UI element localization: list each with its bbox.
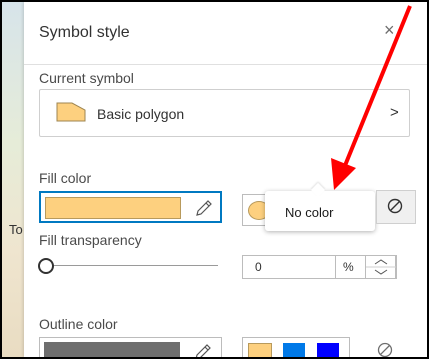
outline-preset-yellow[interactable]: [248, 343, 272, 357]
no-color-icon[interactable]: [377, 342, 393, 358]
chevron-right-icon: >: [390, 104, 399, 121]
pencil-icon[interactable]: [193, 197, 215, 219]
map-background: To: [2, 2, 24, 357]
panel-header: Symbol style ×: [24, 2, 427, 65]
outline-preset-colors: [242, 337, 350, 357]
symbol-style-panel: Symbol style × Current symbol Basic poly…: [24, 2, 427, 359]
no-color-button[interactable]: [376, 190, 416, 224]
outline-color-label: Outline color: [39, 316, 118, 332]
transparency-input[interactable]: 0 %: [242, 255, 397, 279]
no-color-icon: [387, 198, 403, 214]
window-frame: To Symbol style × Current symbol Basic p…: [0, 0, 429, 359]
no-color-tooltip: No color: [265, 182, 375, 231]
tooltip-text: No color: [285, 205, 334, 220]
map-label: To: [9, 222, 23, 237]
tooltip-pointer: [310, 182, 326, 198]
close-icon[interactable]: ×: [384, 20, 395, 41]
fill-color-swatch[interactable]: [45, 197, 181, 219]
outline-color-swatch[interactable]: [44, 342, 180, 357]
transparency-slider-thumb[interactable]: [38, 258, 54, 274]
pencil-icon[interactable]: [192, 341, 214, 359]
stepper-arrows-icon[interactable]: [366, 256, 396, 278]
outline-preset-blue[interactable]: [283, 343, 305, 357]
transparency-unit: %: [343, 260, 354, 274]
fill-color-picker[interactable]: [39, 191, 222, 223]
current-symbol-label: Current symbol: [39, 70, 134, 86]
symbol-name: Basic polygon: [97, 106, 185, 122]
outline-preset-dark-blue[interactable]: [317, 343, 339, 357]
fill-color-label: Fill color: [39, 170, 92, 186]
transparency-unit-box: %: [335, 255, 366, 279]
transparency-slider-track[interactable]: [46, 265, 218, 266]
transparency-stepper[interactable]: [365, 255, 397, 279]
transparency-value[interactable]: 0: [255, 260, 262, 274]
outline-color-picker[interactable]: [39, 337, 222, 359]
fill-transparency-label: Fill transparency: [39, 232, 142, 248]
polygon-symbol-icon: [56, 102, 86, 122]
current-symbol-button[interactable]: Basic polygon >: [39, 89, 410, 137]
panel-title: Symbol style: [39, 24, 130, 41]
